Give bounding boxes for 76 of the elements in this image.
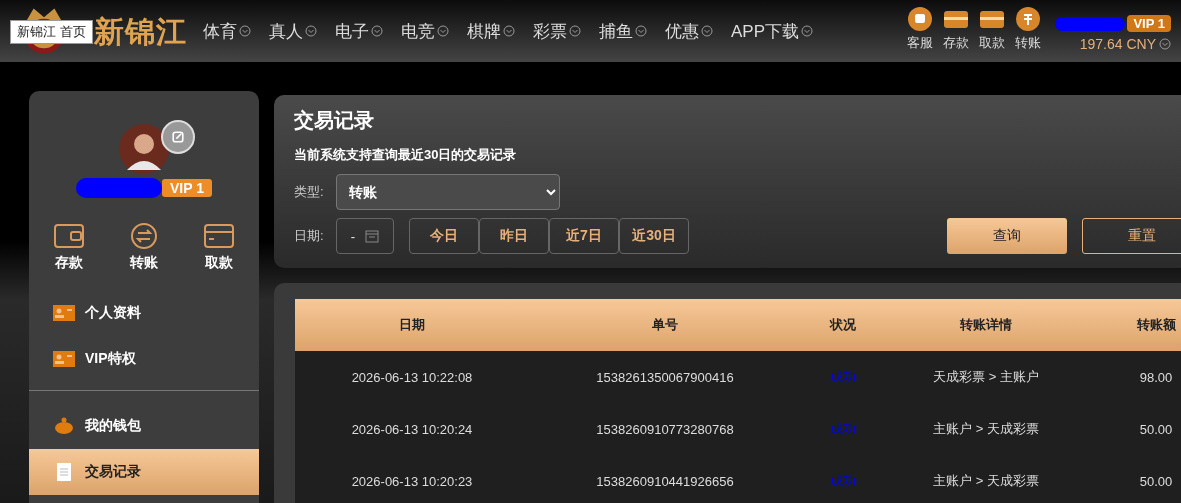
- table-cell: 天成彩票 > 主账户: [933, 369, 1039, 384]
- nav-item[interactable]: APP下载: [731, 19, 814, 43]
- sidebar-item[interactable]: 个人资料: [29, 290, 259, 336]
- header-action[interactable]: 转账: [1015, 6, 1042, 52]
- date-label: 日期:: [294, 227, 325, 245]
- balance[interactable]: 197.64 CNY: [1079, 36, 1171, 52]
- sidebar-item[interactable]: VIP特权: [29, 336, 259, 382]
- nav-item[interactable]: 捕鱼: [599, 19, 647, 43]
- column-header: 转账额: [1087, 299, 1181, 351]
- id-card-icon: [53, 350, 75, 368]
- nav-item[interactable]: 彩票: [533, 19, 581, 43]
- chat-icon: [907, 6, 934, 32]
- table-cell: 主账户 > 天成彩票: [933, 421, 1039, 436]
- table-cell: 50.00: [1139, 421, 1173, 437]
- column-header: 状况: [801, 299, 885, 351]
- date-field[interactable]: -: [336, 218, 394, 254]
- table-cell: 2026-06-13 10:22:08: [351, 369, 473, 385]
- chevron-icon: [801, 25, 814, 37]
- panel-title: 交易记录: [294, 108, 375, 133]
- redaction-mark: [1055, 16, 1126, 31]
- header-action[interactable]: 取款: [979, 6, 1006, 52]
- type-label: 类型:: [294, 183, 325, 201]
- piggy-bank-icon: [53, 417, 75, 435]
- query-button[interactable]: 查询: [947, 218, 1067, 254]
- sidebar-item[interactable]: 我的钱包: [29, 403, 259, 449]
- quick-action[interactable]: 取款: [203, 222, 235, 272]
- id-card-icon: [53, 304, 75, 322]
- quick-action[interactable]: 转账: [128, 222, 160, 272]
- chevron-icon: [371, 25, 383, 37]
- table-cell: 1538260910441926656: [596, 473, 734, 489]
- table-cell: 2026-06-13 10:20:24: [351, 421, 473, 437]
- vip-badge: VIP 1: [1127, 15, 1171, 32]
- nav-item[interactable]: 棋牌: [467, 19, 515, 43]
- column-header: 转账详情: [885, 299, 1087, 351]
- edit-icon[interactable]: [161, 120, 195, 154]
- range-button[interactable]: 近30日: [619, 218, 689, 254]
- chevron-icon: [503, 25, 515, 37]
- range-button[interactable]: 昨日: [479, 218, 549, 254]
- chevron-icon: [305, 25, 317, 37]
- header-action[interactable]: 客服: [907, 6, 934, 52]
- tooltip: 新锦江 首页: [10, 20, 93, 44]
- chevron-icon: [635, 25, 647, 37]
- calendar-icon: [365, 229, 380, 243]
- chevron-icon: [569, 25, 581, 37]
- site-logo[interactable]: 新锦江: [94, 14, 187, 48]
- table-cell: 1538260910773280768: [596, 421, 734, 437]
- range-button[interactable]: 今日: [409, 218, 479, 254]
- transfer-icon: [128, 222, 160, 250]
- chevron-icon: [437, 25, 449, 37]
- nav-item[interactable]: 电竞: [401, 19, 449, 43]
- table-cell: 2026-06-13 10:20:23: [351, 473, 473, 489]
- type-select[interactable]: 转账: [336, 174, 560, 210]
- chevron-icon: [239, 25, 251, 37]
- table-cell: 主账户 > 天成彩票: [933, 473, 1039, 488]
- table-cell: 98.00: [1139, 369, 1173, 385]
- sidebar-item[interactable]: 交易记录: [29, 449, 259, 495]
- note-text: 当前系统支持查询最近30日的交易记录: [294, 146, 518, 164]
- vip-badge: VIP 1: [162, 179, 212, 197]
- chevron-icon: [1159, 38, 1171, 50]
- table-cell: 1538261350067900416: [596, 369, 734, 385]
- coin-icon: [1015, 6, 1042, 32]
- nav-item[interactable]: 电子: [335, 19, 383, 43]
- reset-button[interactable]: 重置: [1082, 218, 1181, 254]
- header-action[interactable]: 存款: [943, 6, 970, 52]
- nav-item[interactable]: 体育: [203, 19, 251, 43]
- table-cell: 50.00: [1139, 473, 1173, 489]
- chevron-icon: [701, 25, 713, 37]
- nav-item[interactable]: 优惠: [665, 19, 713, 43]
- avatar: [119, 124, 169, 174]
- column-header: 单号: [529, 299, 801, 351]
- column-header: 日期: [295, 299, 529, 351]
- card-icon: [203, 222, 235, 250]
- nav-item[interactable]: 真人: [269, 19, 317, 43]
- wallet-icon: [53, 222, 85, 250]
- range-button[interactable]: 近7日: [549, 218, 619, 254]
- quick-action[interactable]: 存款: [53, 222, 85, 272]
